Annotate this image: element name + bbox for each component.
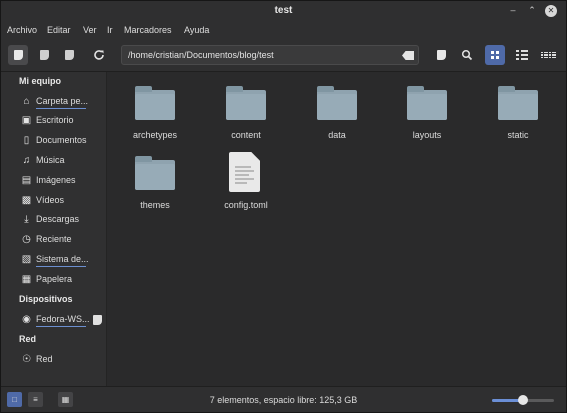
folder-icon — [135, 156, 175, 190]
file-name: archetypes — [132, 130, 178, 140]
file-name: config.toml — [224, 200, 268, 210]
clear-path-icon[interactable] — [402, 51, 414, 60]
sidebar-header-dispositivos: Dispositivos — [19, 294, 73, 304]
sidebar-item-label: Música — [36, 155, 65, 165]
file-name: data — [328, 130, 346, 140]
file-name: themes — [140, 200, 170, 210]
trash-icon: ▦ — [21, 274, 32, 285]
downloads-icon: ⤓ — [24, 214, 29, 225]
list-view-icon[interactable] — [512, 45, 532, 65]
sidebar-item-label: Reciente — [36, 234, 72, 244]
status-bar: □ ≡ ▦ 7 elementos, espacio libre: 125,3 … — [1, 386, 566, 412]
path-text: /home/cristian/Documentos/blog/test — [128, 50, 274, 60]
underline — [36, 326, 86, 327]
sidebar-item-label: Papelera — [36, 274, 73, 284]
disc-icon: ◉ — [22, 314, 31, 325]
sidebar-item-label: Carpeta pe... — [36, 96, 89, 106]
menu-archivo[interactable]: Archivo — [7, 25, 37, 35]
sidebar-item-escritorio[interactable]: ▣ Escritorio — [21, 113, 105, 129]
sidebar-item-label: Red — [36, 354, 53, 364]
menu-ir[interactable]: Ir — [107, 25, 113, 35]
music-icon: ♫ — [22, 155, 31, 166]
maximize-icon[interactable]: ⌃ — [527, 4, 537, 16]
documents-icon: ▯ — [23, 135, 30, 146]
menu-editar[interactable]: Editar — [47, 25, 71, 35]
menu-ayuda[interactable]: Ayuda — [184, 25, 209, 35]
icon-view-icon[interactable] — [485, 45, 505, 65]
recent-icon: ◷ — [22, 234, 31, 245]
zoom-slider[interactable] — [492, 395, 554, 405]
sidebar-item-label: Documentos — [36, 135, 87, 145]
sidebar-item-label: Vídeos — [36, 195, 65, 205]
status-text: 7 elementos, espacio libre: 125,3 GB — [209, 395, 358, 405]
file-item[interactable]: config.toml — [206, 148, 286, 218]
sidebar-item-label: Descargas — [36, 214, 80, 224]
pictures-icon: ▤ — [21, 175, 32, 186]
sidebar-item-label: Escritorio — [36, 115, 74, 125]
minimize-icon[interactable]: – — [508, 4, 518, 16]
menu-marcadores[interactable]: Marcadores — [124, 25, 172, 35]
folder-icon — [317, 86, 357, 120]
sidebar-item-red[interactable]: ☉ Red — [21, 352, 105, 368]
sidebar-item-label: Fedora-WS... — [36, 314, 90, 324]
sidebar-item-videos[interactable]: ▩ Vídeos — [21, 193, 105, 209]
sidebar-item-descargas[interactable]: ⤓ Descargas — [21, 212, 105, 228]
text-file-icon — [229, 152, 260, 192]
folder-icon — [498, 86, 538, 120]
home-icon: ⌂ — [23, 96, 30, 107]
menu-ver[interactable]: Ver — [83, 25, 97, 35]
file-name: static — [507, 130, 529, 140]
zoom-handle[interactable] — [518, 395, 528, 405]
hide-pane-icon[interactable] — [59, 45, 79, 65]
compact-view-icon[interactable] — [538, 45, 558, 65]
file-name: content — [231, 130, 261, 140]
tree-pane-icon[interactable] — [34, 45, 54, 65]
filesystem-icon: ▧ — [21, 254, 32, 265]
file-manager-window: test – ⌃ ✕ Archivo Editar Ver Ir Marcado… — [0, 0, 567, 413]
folder-item[interactable]: layouts — [387, 78, 467, 148]
videos-icon: ▩ — [21, 195, 32, 206]
bookmark-icon[interactable] — [431, 45, 451, 65]
folder-icon — [135, 86, 175, 120]
sidebar-item-reciente[interactable]: ◷ Reciente — [21, 232, 105, 248]
path-bar[interactable]: /home/cristian/Documentos/blog/test — [121, 45, 419, 65]
reload-icon[interactable] — [89, 45, 109, 65]
folder-item[interactable]: content — [206, 78, 286, 148]
underline — [36, 108, 86, 109]
sidebar-item-papelera[interactable]: ▦ Papelera — [21, 272, 105, 288]
search-icon[interactable] — [457, 45, 477, 65]
sidebar-item-imagenes[interactable]: ▤ Imágenes — [21, 173, 105, 189]
sidebar-header-mi-equipo: Mi equipo — [19, 76, 61, 86]
folder-item[interactable]: static — [478, 78, 558, 148]
window-title: test — [274, 5, 293, 16]
folder-item[interactable]: themes — [115, 148, 195, 218]
folder-icon — [226, 86, 266, 120]
sidebar-item-documentos[interactable]: ▯ Documentos — [21, 133, 105, 149]
sidebar-item-carpeta-personal[interactable]: ⌂ Carpeta pe... — [21, 94, 105, 110]
sidebar: Mi equipo ⌂ Carpeta pe... ▣ Escritorio ▯… — [1, 72, 107, 386]
sidebar-item-label: Sistema de... — [36, 254, 89, 264]
file-name: layouts — [412, 130, 442, 140]
eject-icon[interactable] — [93, 315, 102, 325]
sidebar-item-sistema-de-archivos[interactable]: ▧ Sistema de... — [21, 252, 105, 268]
network-icon: ☉ — [22, 354, 31, 365]
close-icon[interactable]: ✕ — [545, 5, 557, 17]
places-pane-icon[interactable] — [8, 45, 28, 65]
folder-icon — [407, 86, 447, 120]
title-bar[interactable]: test – ⌃ ✕ — [1, 1, 566, 21]
sidebar-item-label: Imágenes — [36, 175, 76, 185]
desktop-icon: ▣ — [21, 115, 32, 126]
folder-item[interactable]: data — [297, 78, 377, 148]
menu-bar: Archivo Editar Ver Ir Marcadores Ayuda — [1, 21, 566, 39]
folder-item[interactable]: archetypes — [115, 78, 195, 148]
toolbar: /home/cristian/Documentos/blog/test — [1, 39, 566, 72]
sidebar-item-musica[interactable]: ♫ Música — [21, 153, 105, 169]
file-view[interactable]: archetypes content data layouts static t… — [107, 72, 566, 386]
underline — [36, 266, 86, 267]
sidebar-header-red: Red — [19, 334, 37, 344]
